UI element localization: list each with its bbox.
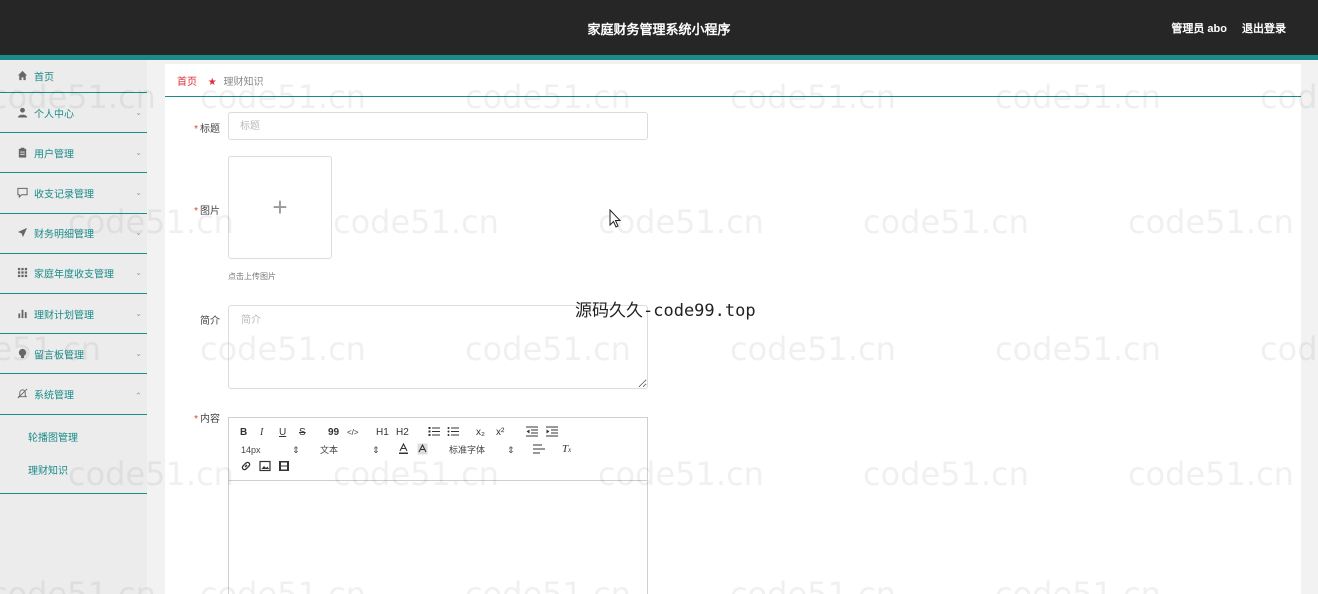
sidebar-item-finance-details[interactable]: 财务明细管理 ⌄ [0, 214, 147, 254]
chevron-down-icon: ⌄ [135, 348, 142, 358]
rich-text-editor: B I U S 99 </> H1 H2 x₂ x² 14px ⇕ 文本 ⇕ 标… [228, 417, 648, 594]
overlay-watermark-text: 源码久久-code99.top [575, 301, 756, 321]
send-icon [16, 227, 28, 239]
sidebar-item-label: 家庭年度收支管理 [34, 269, 114, 281]
submenu-item-finance-knowledge[interactable]: 理财知识 [0, 454, 147, 489]
app-title: 家庭财务管理系统小程序 [587, 22, 731, 37]
chevron-down-icon: ⌄ [135, 147, 142, 157]
intro-label-text: 简介 [200, 316, 220, 327]
breadcrumb-current: 理财知识 [223, 77, 264, 88]
content-label: * 内容 [160, 410, 220, 425]
system-submenu: 轮播图管理 理财知识 [0, 415, 147, 494]
chevron-updown-icon: ⇕ [507, 445, 515, 455]
strike-button[interactable]: S [299, 427, 306, 439]
video-icon[interactable] [278, 460, 290, 476]
logout-button[interactable]: 退出登录 [1242, 20, 1286, 36]
sidebar-item-label: 系统管理 [34, 390, 74, 402]
home-icon [16, 70, 28, 82]
sidebar-item-label: 财务明细管理 [34, 229, 94, 241]
sidebar-item-label: 理财计划管理 [34, 310, 94, 322]
header-select[interactable]: 文本 [320, 444, 338, 456]
title-label: * 标题 [160, 120, 220, 135]
font-color-icon[interactable] [398, 442, 409, 459]
chevron-updown-icon: ⇕ [372, 445, 380, 455]
superscript-button[interactable]: x² [496, 427, 504, 439]
background-color-icon[interactable] [417, 443, 428, 459]
sidebar-item-home[interactable]: 首页 [0, 60, 147, 93]
sidebar: 首页 个人中心 ⌄ 用户管理 ⌄ 收支记录管理 ⌄ 财务明细管理 ⌄ 家庭年度收… [0, 60, 147, 594]
title-label-text: 标题 [200, 124, 220, 135]
bullet-list-icon[interactable] [447, 426, 459, 441]
sidebar-item-annual-budget[interactable]: 家庭年度收支管理 ⌄ [0, 254, 147, 294]
image-label: * 图片 [160, 202, 220, 217]
sidebar-item-label: 首页 [34, 72, 54, 84]
bold-button[interactable]: B [240, 427, 247, 439]
sidebar-item-system-management[interactable]: 系统管理 ⌄ [0, 374, 147, 415]
italic-button[interactable]: I [260, 427, 263, 439]
chevron-up-icon: ⌄ [135, 390, 142, 400]
indent-icon[interactable] [546, 426, 558, 441]
required-mark: * [194, 124, 198, 135]
intro-label: 简介 [160, 312, 220, 327]
image-icon[interactable] [259, 460, 271, 476]
user-icon [16, 107, 28, 119]
required-mark: * [194, 206, 198, 217]
sidebar-item-personal-center[interactable]: 个人中心 ⌄ [0, 93, 147, 134]
sidebar-item-financial-plan[interactable]: 理财计划管理 ⌄ [0, 294, 147, 335]
image-upload-button[interactable]: + [228, 156, 332, 259]
editor-content-area[interactable] [229, 481, 647, 594]
size-select[interactable]: 14px [241, 444, 261, 456]
divider [165, 96, 1301, 97]
breadcrumb: 首页 ★ 理财知识 [177, 73, 264, 88]
chevron-down-icon: ⌄ [135, 228, 142, 238]
scroll-gutter [1301, 64, 1318, 594]
bulb-icon [16, 348, 28, 360]
image-label-text: 图片 [200, 206, 220, 217]
editor-toolbar: B I U S 99 </> H1 H2 x₂ x² 14px ⇕ 文本 ⇕ 标… [229, 418, 647, 481]
h2-button[interactable]: H2 [396, 427, 409, 439]
sidebar-item-income-records[interactable]: 收支记录管理 ⌄ [0, 173, 147, 214]
top-bar: 家庭财务管理系统小程序 管理员 abo 退出登录 [0, 0, 1318, 55]
admin-user: 管理员 abo [1171, 23, 1227, 35]
content-label-text: 内容 [200, 414, 220, 425]
star-icon: ★ [207, 77, 217, 88]
sidebar-item-label: 收支记录管理 [34, 189, 94, 201]
underline-button[interactable]: U [279, 427, 286, 439]
chat-icon [16, 187, 28, 199]
accent-bar [0, 55, 1318, 60]
sidebar-item-label: 个人中心 [34, 109, 74, 121]
link-icon[interactable] [240, 460, 252, 476]
chevron-updown-icon: ⇕ [292, 445, 300, 455]
subscript-button[interactable]: x₂ [476, 427, 485, 439]
align-left-icon[interactable] [533, 444, 545, 458]
outdent-icon[interactable] [526, 426, 538, 441]
upload-tip: 点击上传图片 [228, 272, 276, 281]
mouse-cursor-icon [609, 209, 621, 228]
sidebar-item-label: 用户管理 [34, 149, 74, 161]
quote-button[interactable]: 99 [328, 427, 339, 439]
clipboard-icon [16, 147, 28, 159]
font-select[interactable]: 标准字体 [449, 444, 485, 456]
main-content: 首页 ★ 理财知识 *标题 *图片 + 点击上传图片 简介 *内容 B I U … [165, 64, 1301, 594]
clear-format-icon[interactable]: Tx [562, 443, 571, 456]
breadcrumb-home[interactable]: 首页 [177, 77, 197, 88]
bar-chart-icon [16, 308, 28, 320]
bell-off-icon [16, 388, 28, 400]
sidebar-item-message-board[interactable]: 留言板管理 ⌄ [0, 334, 147, 375]
chevron-down-icon: ⌄ [135, 308, 142, 318]
required-mark: * [194, 414, 198, 425]
code-button[interactable]: </> [347, 427, 359, 439]
chevron-down-icon: ⌄ [135, 107, 142, 117]
h1-button[interactable]: H1 [376, 427, 389, 439]
submenu-item-carousel[interactable]: 轮播图管理 [0, 421, 147, 456]
ordered-list-icon[interactable] [428, 426, 440, 441]
sidebar-item-user-management[interactable]: 用户管理 ⌄ [0, 133, 147, 174]
grid-icon [16, 267, 28, 279]
sidebar-item-label: 留言板管理 [34, 350, 84, 362]
title-input[interactable] [228, 112, 648, 140]
chevron-down-icon: ⌄ [135, 268, 142, 278]
plus-icon: + [272, 192, 288, 222]
chevron-down-icon: ⌄ [135, 188, 142, 198]
